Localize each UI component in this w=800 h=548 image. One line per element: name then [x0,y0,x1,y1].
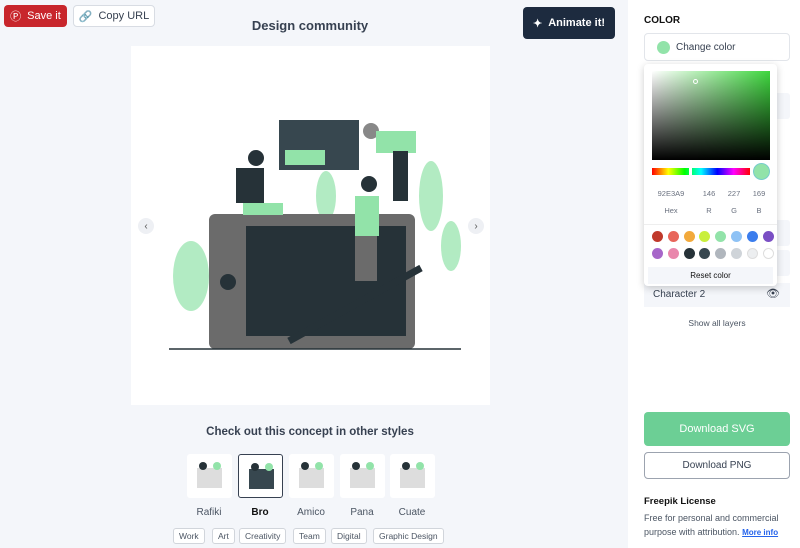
show-all-layers-link[interactable]: Show all layers [644,318,790,328]
tag[interactable]: Work [173,528,205,544]
style-thumbnail-rafiki[interactable] [187,454,232,498]
color-swatch[interactable] [652,231,663,242]
color-swatch[interactable] [715,248,727,259]
r-label: R [706,206,712,215]
styles-title: Check out this concept in other styles [206,426,414,438]
color-heading: COLOR [644,15,681,26]
illustration-canvas [131,46,490,405]
hue-handle[interactable] [689,167,692,176]
hue-slider[interactable] [652,167,750,176]
next-arrow-button[interactable]: › [468,218,484,234]
animate-label: Animate it! [548,17,606,29]
color-swatch[interactable] [667,248,679,259]
pinterest-icon: Ⓟ [10,11,22,23]
color-picker: 92E3A9 146 227 169 Hex R G B Reset color [644,64,777,286]
change-color-label: Change color [676,41,736,53]
style-label: Bro [251,507,269,518]
download-svg-button[interactable]: Download SVG [644,412,790,446]
color-swatch[interactable] [699,248,711,259]
page-title: Design community [251,18,369,33]
link-icon: 🔗 [78,10,93,23]
layer-character-2[interactable]: Character 2 👁 [644,283,790,307]
illustration [169,120,461,350]
magic-wand-icon: ✦ [532,17,543,30]
sv-handle[interactable] [693,79,698,84]
color-dot [657,40,670,54]
download-png-button[interactable]: Download PNG [644,452,790,479]
tag[interactable]: Creativity [239,528,287,544]
reset-color-button[interactable]: Reset color [648,267,773,284]
save-button[interactable]: Ⓟ Save it [4,5,67,27]
color-swatch[interactable] [699,231,711,242]
hex-label: Hex [664,206,678,215]
color-swatch[interactable] [683,248,695,259]
style-label: Pana [350,507,374,518]
style-label: Cuate [398,507,426,518]
hex-value[interactable]: 92E3A9 [652,189,690,198]
g-label: G [731,206,737,215]
layer-label: Character 2 [653,289,706,300]
tag[interactable]: Team [293,528,326,544]
b-label: B [756,206,762,215]
color-preview [753,163,770,180]
tag[interactable]: Art [212,528,235,544]
animate-button[interactable]: ✦ Animate it! [523,7,615,39]
change-color-button[interactable]: Change color [644,33,790,61]
tag[interactable]: Digital [331,528,367,544]
color-swatch[interactable] [731,231,742,242]
color-swatch[interactable] [683,231,695,242]
color-swatch[interactable] [652,248,663,259]
style-thumbnail-cuate[interactable] [390,454,435,498]
save-label: Save it [27,10,61,22]
color-swatch[interactable] [746,248,758,259]
style-thumbnail-pana[interactable] [340,454,385,498]
color-swatch[interactable] [731,248,742,259]
style-thumbnail-bro[interactable] [238,454,283,498]
eye-icon[interactable]: 👁 [766,287,780,300]
g-value[interactable]: 227 [723,189,745,198]
tag[interactable]: Graphic Design [373,528,444,544]
prev-arrow-button[interactable]: ‹ [138,218,154,234]
b-value[interactable]: 169 [748,189,770,198]
style-label: Rafiki [196,507,222,518]
license-text: Free for personal and commercial purpose… [644,511,796,540]
color-swatch[interactable] [715,231,727,242]
color-swatch[interactable] [667,231,679,242]
color-swatch[interactable] [762,248,774,259]
style-label: Amico [297,507,325,518]
r-value[interactable]: 146 [698,189,720,198]
color-swatch[interactable] [746,231,758,242]
license-title: Freepik License [644,496,716,507]
more-info-link[interactable]: More info [742,528,778,537]
style-thumbnail-amico[interactable] [289,454,334,498]
saturation-area[interactable] [652,71,770,160]
color-swatch[interactable] [762,231,774,242]
